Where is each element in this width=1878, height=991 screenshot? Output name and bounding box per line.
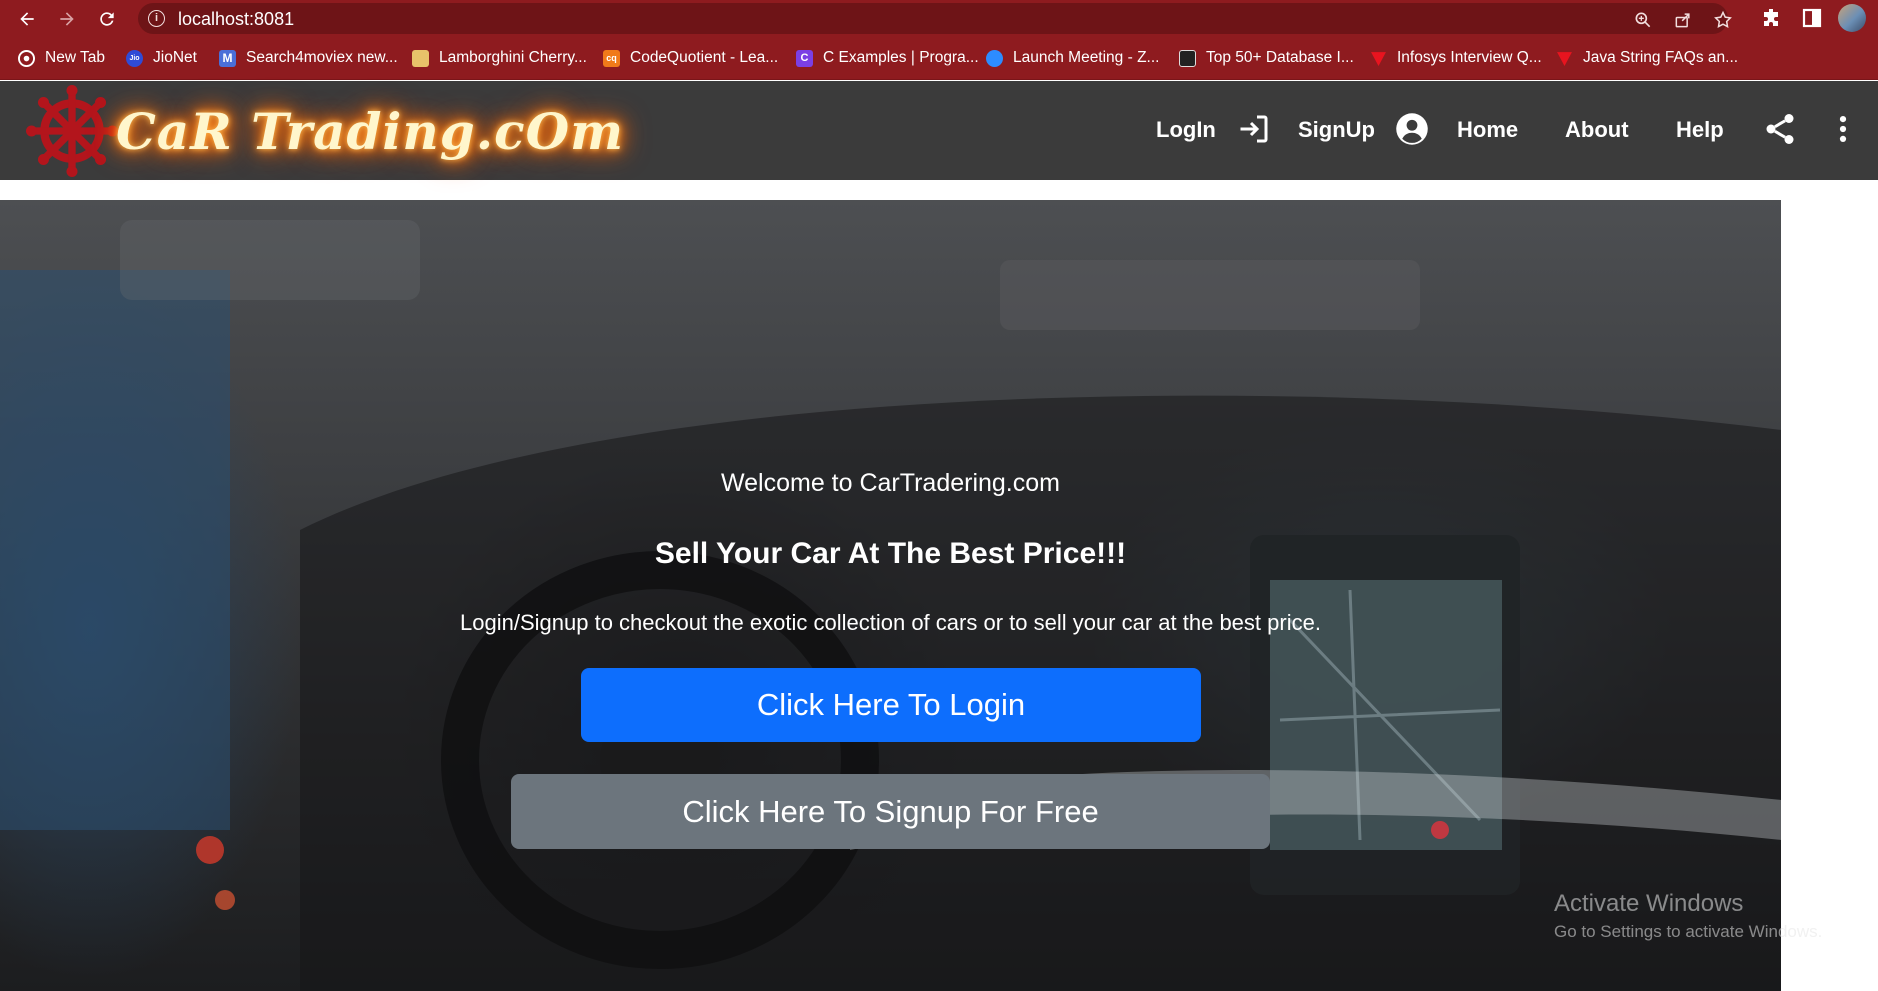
bookmarks-bar: New Tab Jio JioNet M Search4moviex new..… (0, 37, 1878, 80)
share-icon[interactable] (1762, 111, 1798, 147)
activate-windows-subtitle: Go to Settings to activate Windows. (1554, 922, 1823, 941)
zoom-icon[interactable] (1633, 10, 1653, 30)
bookmark-infosys[interactable]: Infosys Interview Q... (1370, 47, 1542, 69)
profile-avatar[interactable] (1838, 4, 1866, 32)
bookmark-lamborghini[interactable]: Lamborghini Cherry... (412, 47, 587, 69)
welcome-text: Welcome to CarTradering.com (720, 469, 1060, 497)
bookmark-star-icon[interactable] (1713, 10, 1733, 30)
hero-section: Welcome to CarTradering.com Sell Your Ca… (0, 200, 1781, 991)
triangle-icon (1556, 50, 1573, 67)
login-icon[interactable] (1236, 111, 1272, 147)
logo-text: CaR Trading.cOm (116, 101, 625, 161)
db-icon (1179, 49, 1196, 67)
share-page-icon[interactable] (1673, 10, 1693, 30)
bookmark-launch-meeting[interactable]: Launch Meeting - Z... (986, 47, 1159, 69)
bookmark-new-tab[interactable]: New Tab (18, 47, 105, 69)
ship-wheel-icon (26, 85, 118, 177)
login-button[interactable]: Click Here To Login (581, 668, 1201, 742)
more-options-icon[interactable] (1826, 111, 1860, 147)
bookmark-search4moviex[interactable]: M Search4moviex new... (219, 47, 398, 69)
site-logo[interactable]: CaR Trading.cOm (26, 85, 625, 177)
triangle-icon (1370, 50, 1387, 67)
extensions-icon[interactable] (1760, 6, 1784, 30)
nav-about[interactable]: About (1565, 117, 1629, 143)
image-icon (412, 49, 429, 67)
zoom-icon (986, 49, 1003, 67)
site-navbar: CaR Trading.cOm LogIn SignUp Home About … (0, 81, 1878, 180)
m-icon: M (219, 49, 236, 67)
jio-icon: Jio (126, 49, 143, 67)
nav-login[interactable]: LogIn (1156, 117, 1216, 143)
hero-subtext: Login/Signup to checkout the exotic coll… (460, 610, 1321, 635)
nav-home[interactable]: Home (1457, 117, 1518, 143)
nav-signup[interactable]: SignUp (1298, 117, 1375, 143)
hero-headline: Sell Your Car At The Best Price!!! (654, 537, 1127, 570)
nav-help[interactable]: Help (1676, 117, 1724, 143)
c-icon: C (796, 49, 813, 67)
forward-icon[interactable] (54, 6, 80, 32)
signup-button[interactable]: Click Here To Signup For Free (511, 774, 1270, 849)
bookmark-top-50-database[interactable]: Top 50+ Database I... (1179, 47, 1354, 69)
reload-icon[interactable] (94, 6, 120, 32)
back-icon[interactable] (14, 6, 40, 32)
address-bar[interactable]: i localhost:8081 (138, 3, 1732, 34)
car-interior-background (0, 220, 1781, 991)
bookmark-c-examples[interactable]: C C Examples | Progra... (796, 47, 979, 69)
cq-icon: cq (603, 49, 620, 67)
browser-toolbar: i localhost:8081 (0, 0, 1878, 37)
bookmark-java-string[interactable]: Java String FAQs an... (1556, 47, 1738, 69)
side-panel-icon[interactable] (1800, 6, 1824, 30)
activate-windows-title: Activate Windows (1554, 890, 1744, 917)
site-info-icon[interactable]: i (148, 10, 165, 27)
bookmark-jionet[interactable]: Jio JioNet (126, 47, 197, 69)
bookmark-codequotient[interactable]: cq CodeQuotient - Lea... (603, 47, 778, 69)
url-text: localhost:8081 (178, 9, 295, 29)
user-circle-icon[interactable] (1394, 111, 1430, 147)
chrome-icon (18, 49, 35, 67)
